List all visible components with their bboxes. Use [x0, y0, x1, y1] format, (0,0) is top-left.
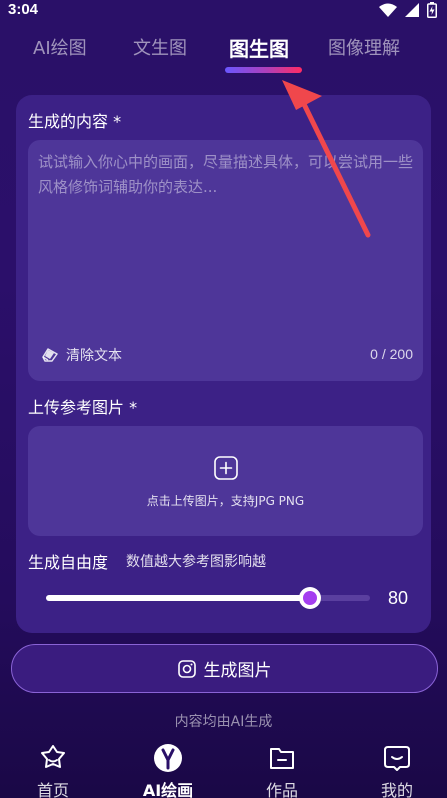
tab-image-to-image[interactable]: 图生图 [229, 33, 289, 62]
char-count: 0 / 200 [370, 346, 413, 362]
tab-text-to-image[interactable]: 文生图 [133, 34, 187, 60]
nav-mine[interactable]: 我的 [357, 740, 437, 798]
freedom-hint: 数值越大参考图影响越 [126, 554, 266, 570]
folder-icon [270, 748, 294, 769]
image-icon [177, 659, 196, 678]
annotation-arrow [282, 80, 371, 238]
nav-works-label: 作品 [265, 781, 298, 798]
freedom-value: 80 [388, 588, 409, 608]
add-image-icon [214, 456, 238, 480]
freedom-slider[interactable] [46, 587, 370, 609]
slider-fill [46, 595, 311, 601]
tab-ai-drawing[interactable]: AI绘图 [33, 34, 87, 60]
nav-mine-label: 我的 [380, 781, 413, 798]
nav-home-label: 首页 [36, 781, 69, 798]
wifi-icon [379, 3, 397, 17]
prompt-section-label: 生成的内容 * [28, 112, 122, 131]
profile-icon [384, 746, 410, 771]
status-time: 3:04 [8, 1, 39, 18]
generate-image-label: 生成图片 [203, 661, 272, 681]
ai-generated-note: 内容均由AI生成 [174, 714, 273, 730]
tab-image-understanding[interactable]: 图像理解 [328, 34, 400, 60]
upload-hint: 点击上传图片，支持JPG PNG [146, 494, 305, 508]
ai-painting-icon [154, 744, 182, 772]
status-bar: 3:04 [0, 0, 447, 22]
home-icon [41, 745, 65, 768]
eraser-icon [42, 348, 58, 362]
bottom-nav: 首页 AI绘画 作品 我的 [0, 740, 447, 798]
upload-image-box[interactable]: 点击上传图片，支持JPG PNG [28, 426, 423, 536]
signal-icon [405, 3, 419, 17]
nav-ai-painting[interactable]: AI绘画 [128, 740, 208, 798]
freedom-row: 生成自由度 数值越大参考图影响越 [28, 549, 423, 573]
nav-ai-painting-label: AI绘画 [142, 781, 194, 798]
battery-icon [427, 2, 437, 18]
generate-image-button[interactable]: 生成图片 [11, 644, 438, 693]
upload-section-label: 上传参考图片 * [28, 398, 138, 417]
clear-text-button[interactable]: 清除文本 [42, 345, 122, 365]
freedom-label: 生成自由度 [28, 553, 109, 572]
clear-text-label: 清除文本 [66, 348, 122, 364]
nav-works[interactable]: 作品 [242, 740, 322, 798]
status-icons [379, 2, 437, 18]
nav-home[interactable]: 首页 [13, 740, 93, 798]
slider-thumb[interactable] [299, 587, 322, 609]
